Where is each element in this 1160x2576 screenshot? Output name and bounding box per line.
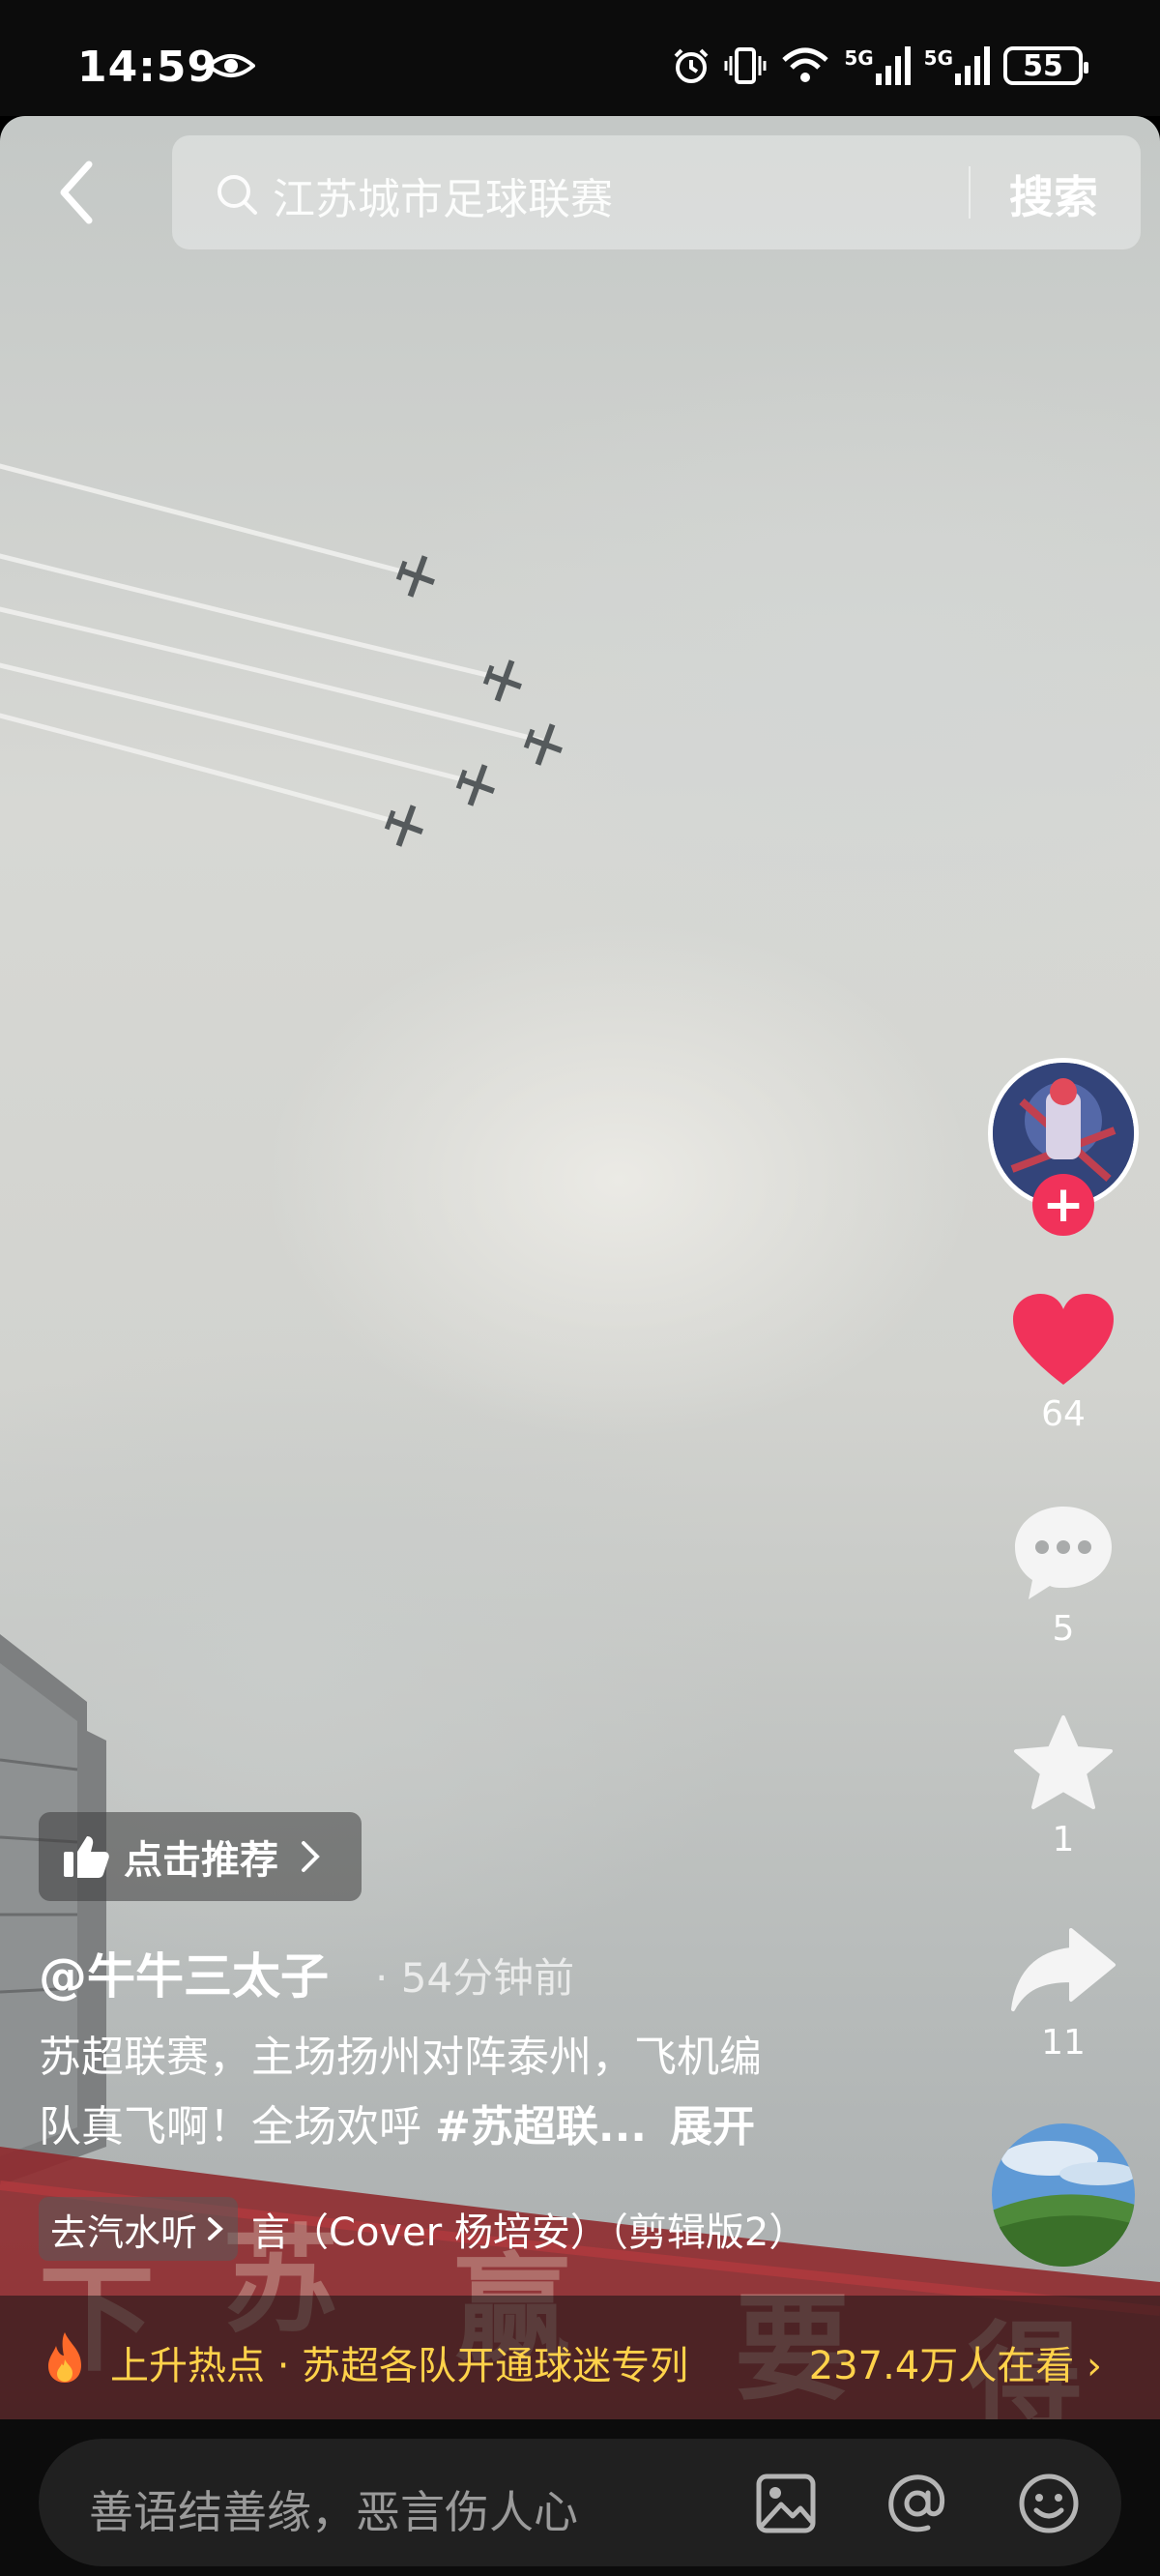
star-icon — [1014, 1715, 1113, 1809]
favorite-button[interactable]: 1 — [998, 1713, 1129, 1859]
hot-topic-text: 上升热点 · 苏超各队开通球迷专列 — [110, 2344, 689, 2388]
mention-icon[interactable] — [885, 2472, 949, 2535]
post-time: · 54分钟前 — [375, 1954, 575, 2002]
eye-icon — [207, 54, 255, 77]
comment-input[interactable]: 善语结善缘，恶言伤人心 — [39, 2439, 1121, 2566]
signal-1: 5G — [844, 46, 911, 85]
status-bar: 14:59 5G 5G 55 — [0, 0, 1160, 116]
music-title: 言（Cover 杨培安）（剪辑版2） — [251, 2210, 808, 2255]
share-icon — [1011, 1928, 1116, 2011]
desc-line-2-text: 队真飞啊！全场欢呼 — [39, 2102, 435, 2152]
comment-bar: 善语结善缘，恶言伤人心 — [0, 2419, 1160, 2576]
signal-1-label: 5G — [844, 46, 874, 70]
desc-line-2: 队真飞啊！全场欢呼 #苏超联... 展开 — [39, 2093, 889, 2162]
search-icon — [218, 175, 257, 215]
heart-icon — [1013, 1294, 1114, 1385]
share-button[interactable]: 11 — [998, 1924, 1129, 2063]
share-count: 11 — [1041, 2023, 1086, 2063]
music-row[interactable]: 去汽水听 言（Cover 杨培安）（剪辑版2） — [39, 2195, 807, 2263]
search-input[interactable]: 江苏城市足球联赛 — [273, 164, 613, 226]
chevron-right-icon — [302, 1841, 320, 1872]
back-icon[interactable] — [54, 155, 101, 230]
signal-bars-icon — [955, 46, 990, 85]
hashtag-link[interactable]: #苏超联... — [435, 2102, 647, 2152]
comment-icon — [1015, 1507, 1112, 1599]
signal-2: 5G — [924, 46, 990, 85]
comment-button[interactable]: 5 — [998, 1503, 1129, 1649]
recommend-button[interactable]: 点击推荐 — [39, 1812, 362, 1901]
like-count: 64 — [1041, 1394, 1086, 1434]
fire-icon — [48, 2332, 81, 2383]
favorite-count: 1 — [1052, 1820, 1075, 1859]
search-button[interactable]: 搜索 — [1009, 162, 1098, 226]
image-icon[interactable] — [754, 2472, 818, 2535]
music-cover-image — [992, 2123, 1135, 2267]
search-divider — [969, 166, 971, 219]
comment-count: 5 — [1052, 1609, 1075, 1649]
author-name[interactable]: @牛牛三太子 — [39, 1938, 329, 2007]
alarm-icon — [674, 48, 709, 83]
battery-icon: 55 — [1003, 46, 1088, 85]
chevron-right-icon — [208, 2217, 223, 2240]
hot-viewer-count: 237.4万人在看 › — [808, 2344, 1102, 2388]
music-chip-label: 去汽水听 — [50, 2210, 198, 2254]
signal-2-label: 5G — [923, 46, 953, 70]
recommend-label: 点击推荐 — [124, 1838, 278, 1883]
music-app-chip[interactable]: 去汽水听 — [39, 2197, 239, 2261]
thumbs-up-icon — [64, 1836, 109, 1878]
follow-button[interactable]: + — [1032, 1174, 1094, 1236]
wifi-icon — [782, 47, 828, 82]
status-time: 14:59 — [77, 43, 218, 92]
desc-line-1: 苏超联赛，主场扬州对阵泰州，飞机编 — [39, 2033, 762, 2082]
signal-bars-icon — [875, 46, 911, 85]
search-bar[interactable]: 江苏城市足球联赛 搜索 — [172, 135, 1141, 249]
hot-topic-bar[interactable]: 上升热点 · 苏超各队开通球迷专列 237.4万人在看 › — [0, 2296, 1160, 2419]
battery-level: 55 — [1023, 48, 1063, 83]
vibrate-icon — [724, 47, 767, 84]
expand-button[interactable]: 展开 — [670, 2102, 755, 2152]
planes — [384, 555, 563, 847]
emoji-icon[interactable] — [1017, 2472, 1081, 2535]
like-button[interactable]: 64 — [998, 1292, 1129, 1434]
music-disc[interactable] — [992, 2123, 1135, 2267]
video-description: 苏超联赛，主场扬州对阵泰州，飞机编 队真飞啊！全场欢呼 #苏超联... 展开 — [39, 2023, 889, 2162]
comment-placeholder: 善语结善缘，恶言伤人心 — [89, 2486, 578, 2538]
